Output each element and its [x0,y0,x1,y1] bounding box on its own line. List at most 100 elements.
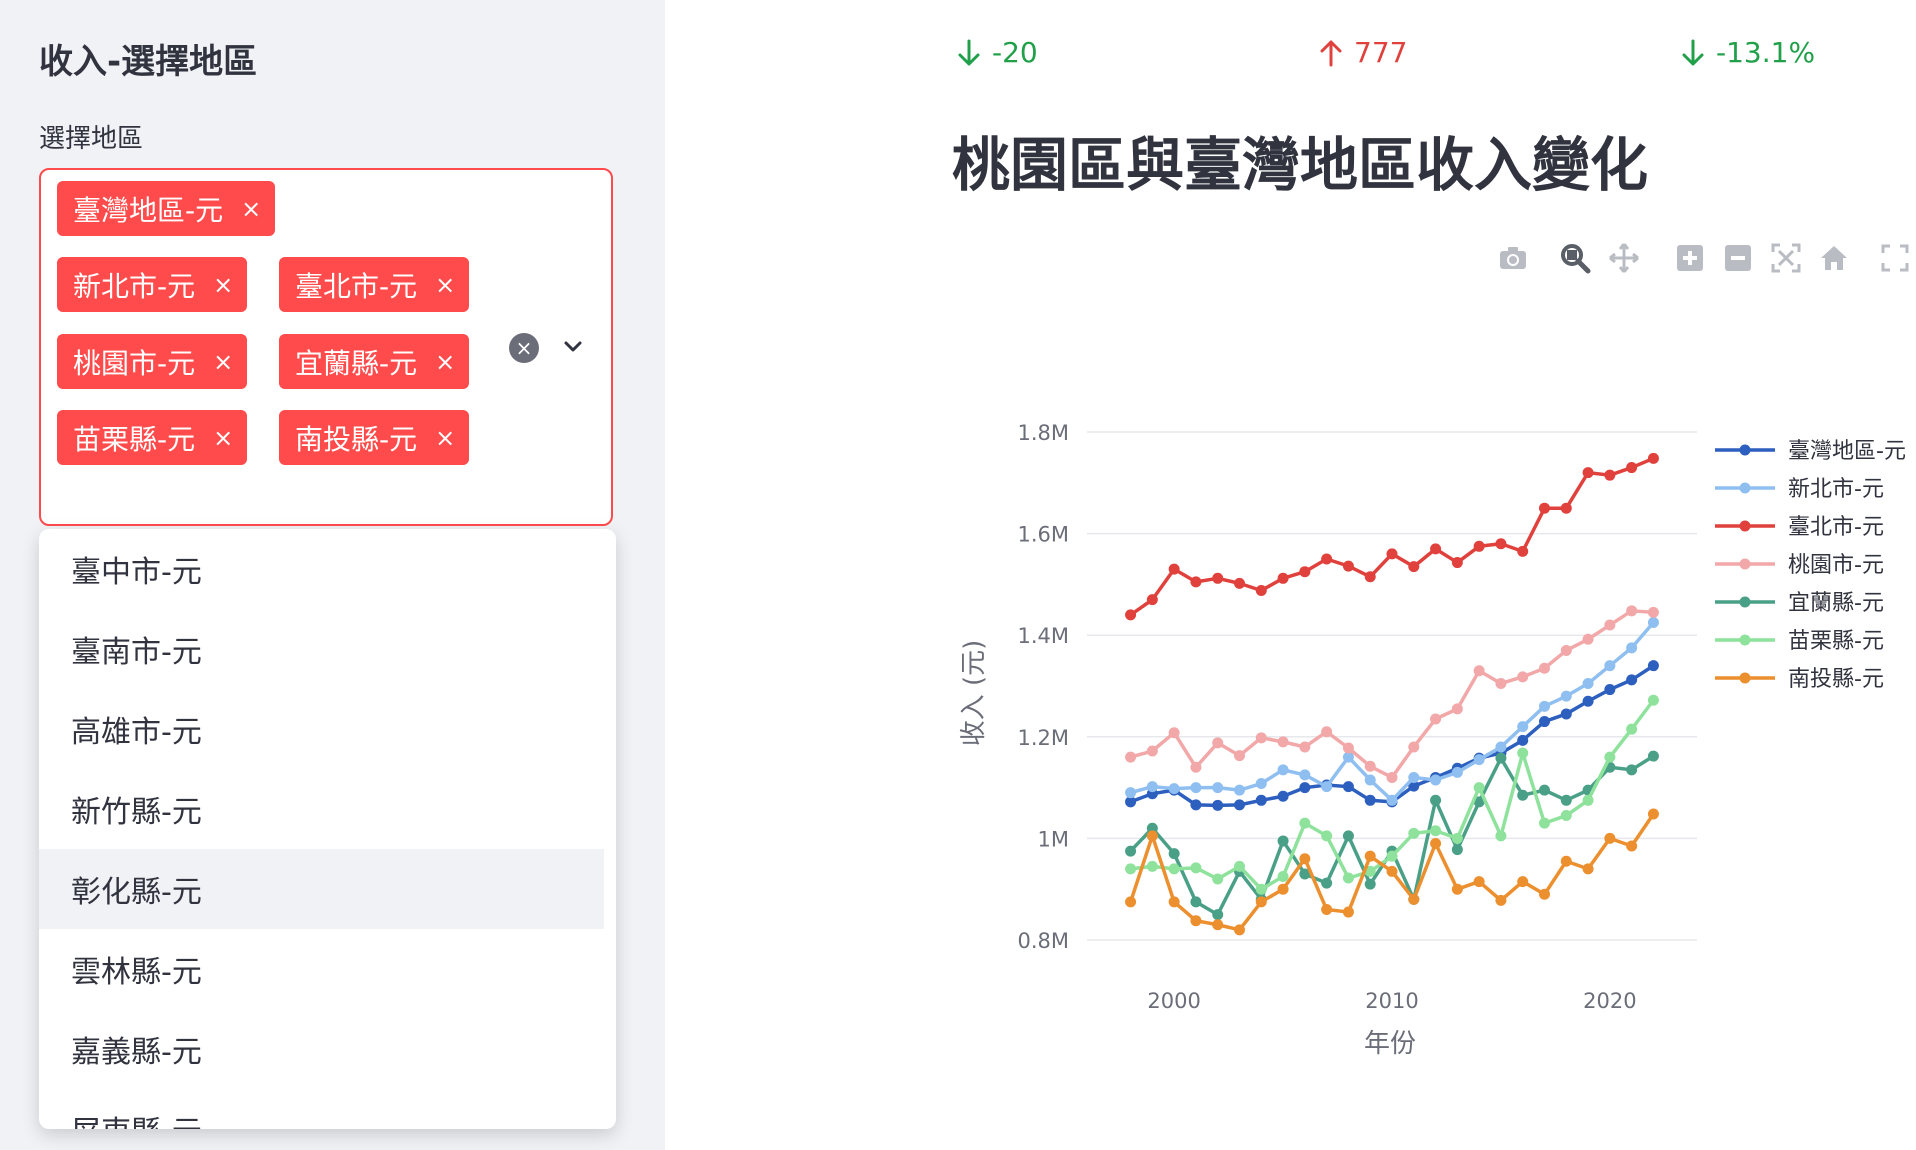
x-tick-label: 2020 [1583,989,1636,1013]
data-point [1560,708,1572,720]
data-point [1212,572,1224,584]
data-point [1342,830,1354,842]
data-point [1451,557,1463,569]
data-point [1647,452,1659,464]
zoom-icon[interactable] [1559,242,1591,274]
data-point [1364,760,1376,772]
x-tick-label: 2010 [1365,989,1418,1013]
zoom-in-icon[interactable] [1674,242,1706,274]
legend-swatch-dot [1739,634,1751,646]
data-point [1299,817,1311,829]
region-select-label: 選擇地區 [39,124,144,154]
remove-tag-icon[interactable]: × [213,271,233,299]
selected-tag: 桃園市-元 × [57,334,248,389]
data-point [1125,609,1137,621]
data-point [1386,794,1398,806]
data-point [1473,540,1485,552]
dropdown-option-highlighted[interactable]: 彰化縣-元 [39,849,604,929]
data-point [1234,750,1245,762]
home-icon[interactable] [1818,242,1850,274]
zoom-out-icon[interactable] [1722,242,1754,274]
data-point [1517,671,1529,683]
data-point [1277,871,1289,882]
data-point [1539,888,1550,900]
data-point [1255,883,1267,895]
camera-icon[interactable] [1497,242,1529,274]
metric-delta-value: 777 [1354,36,1408,69]
legend-label: 桃園市-元 [1788,553,1884,578]
series-path [1130,609,1654,780]
remove-tag-icon[interactable]: × [435,271,455,299]
remove-tag-icon[interactable]: × [241,195,261,223]
data-point [1168,727,1180,739]
data-point [1146,745,1158,757]
series-path [1130,621,1655,803]
data-point [1604,469,1616,481]
data-point [1626,840,1638,852]
data-point [1255,778,1267,790]
dropdown-option[interactable]: 新竹縣-元 [39,769,604,849]
remove-tag-icon[interactable]: × [213,348,233,376]
selected-tag: 南投縣-元 × [279,410,470,465]
data-point [1321,781,1333,793]
data-point [1539,502,1550,514]
legend-swatch-dot [1739,520,1751,532]
series-line [1125,694,1659,895]
dropdown-option[interactable]: 臺南市-元 [39,609,604,689]
page-title: 桃園區與臺灣地區收入變化 [952,131,1649,199]
data-point [1146,822,1158,834]
remove-tag-icon[interactable]: × [435,424,455,452]
data-point [1560,810,1572,822]
data-point [1647,808,1659,820]
chevron-down-icon[interactable] [558,332,588,362]
data-point [1451,832,1463,844]
data-point [1495,894,1507,906]
tag-label: 新北市-元 [73,269,196,303]
legend-entry: 臺灣地區-元 [1715,439,1906,464]
dropdown-option[interactable]: 嘉義縣-元 [39,1009,604,1089]
series-line [1125,617,1659,806]
data-point [1647,660,1659,672]
remove-tag-icon[interactable]: × [213,424,233,452]
data-point [1299,782,1311,794]
remove-tag-icon[interactable]: × [435,348,455,376]
data-point [1647,750,1659,762]
data-point [1430,771,1442,783]
dropdown-option[interactable]: 雲林縣-元 [39,929,604,1009]
tag-label: 桃園市-元 [73,346,196,380]
data-point [1408,827,1420,839]
data-point [1626,764,1638,776]
dropdown-option[interactable]: 高雄市-元 [39,689,604,769]
metric-delta-value: -13.1% [1716,36,1816,69]
data-point [1517,734,1529,746]
data-point [1473,754,1485,766]
data-point [1234,924,1245,936]
tag-label: 宜蘭縣-元 [295,346,418,380]
data-point [1168,896,1180,908]
data-point [1647,606,1659,618]
pan-icon[interactable] [1608,242,1640,274]
clear-all-icon[interactable]: × [509,333,539,363]
data-point [1342,781,1354,793]
data-point [1190,761,1202,773]
dropdown-option[interactable]: 臺中市-元 [39,529,604,609]
data-point [1212,782,1224,794]
data-point [1212,919,1224,931]
data-point [1125,896,1137,908]
autoscale-icon[interactable] [1770,242,1802,274]
data-point [1517,876,1529,888]
data-point [1495,747,1507,759]
fullscreen-icon[interactable] [1879,242,1911,274]
x-tick-label: 2000 [1147,989,1200,1013]
legend-entry: 桃園市-元 [1715,553,1884,578]
legend-entry: 南投縣-元 [1715,667,1884,692]
dropdown-option[interactable]: 屏東縣-元 [39,1089,604,1129]
data-point [1451,883,1463,895]
data-point [1408,893,1420,905]
y-tick-label: 1.2M [1017,726,1069,750]
data-point [1255,893,1267,905]
y-tick-label: 1.4M [1017,624,1069,648]
y-axis-label: 收入 (元) [959,640,989,747]
data-point [1342,560,1354,572]
data-point [1539,817,1550,829]
